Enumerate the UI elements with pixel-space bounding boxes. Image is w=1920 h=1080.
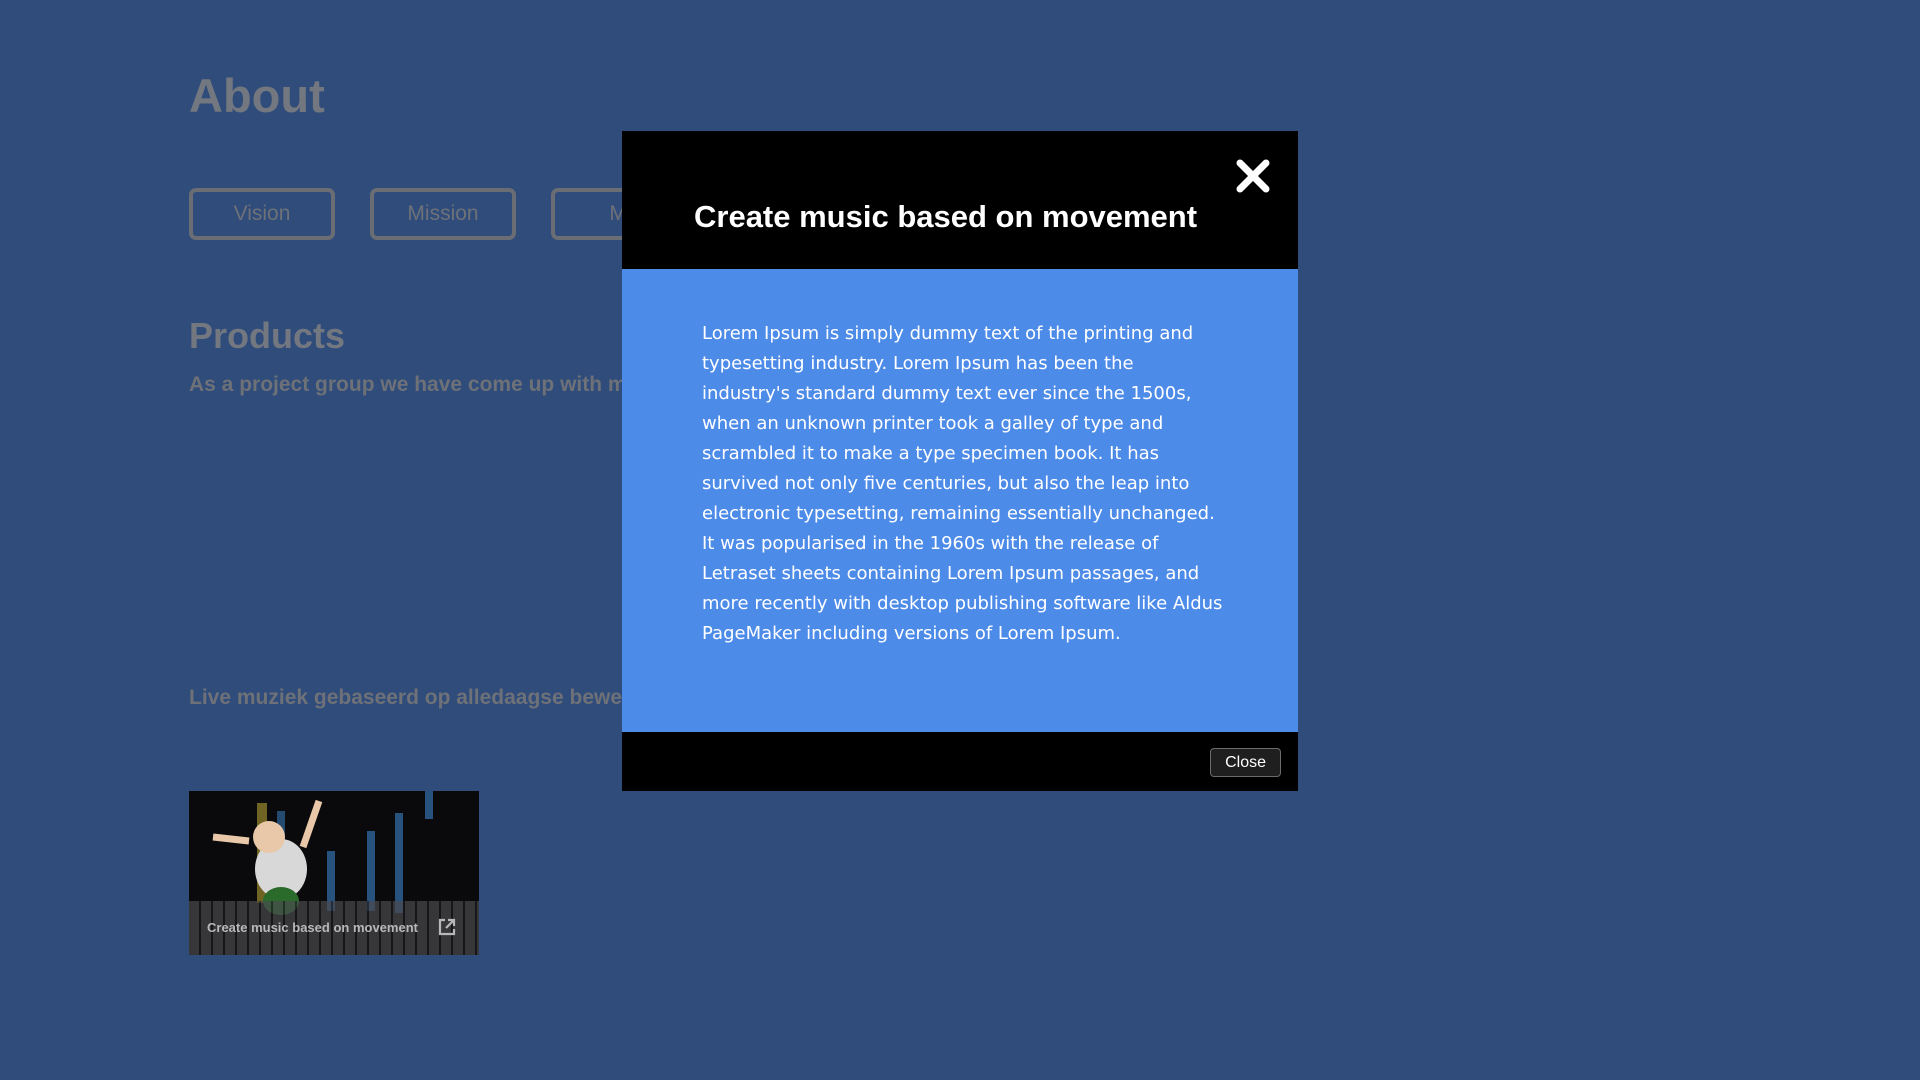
page: About Vision Mission Mo Products As a pr…: [0, 0, 1920, 1080]
modal-body-text: Lorem Ipsum is simply dummy text of the …: [702, 323, 1223, 644]
product-modal: Create music based on movement Lorem Ips…: [622, 131, 1298, 791]
modal-title: Create music based on movement: [694, 199, 1198, 234]
modal-header: Create music based on movement: [622, 131, 1298, 269]
close-button[interactable]: Close: [1210, 748, 1281, 777]
modal-footer: Close: [622, 732, 1298, 791]
modal-body: Lorem Ipsum is simply dummy text of the …: [622, 269, 1298, 732]
close-x-icon[interactable]: [1234, 157, 1272, 195]
